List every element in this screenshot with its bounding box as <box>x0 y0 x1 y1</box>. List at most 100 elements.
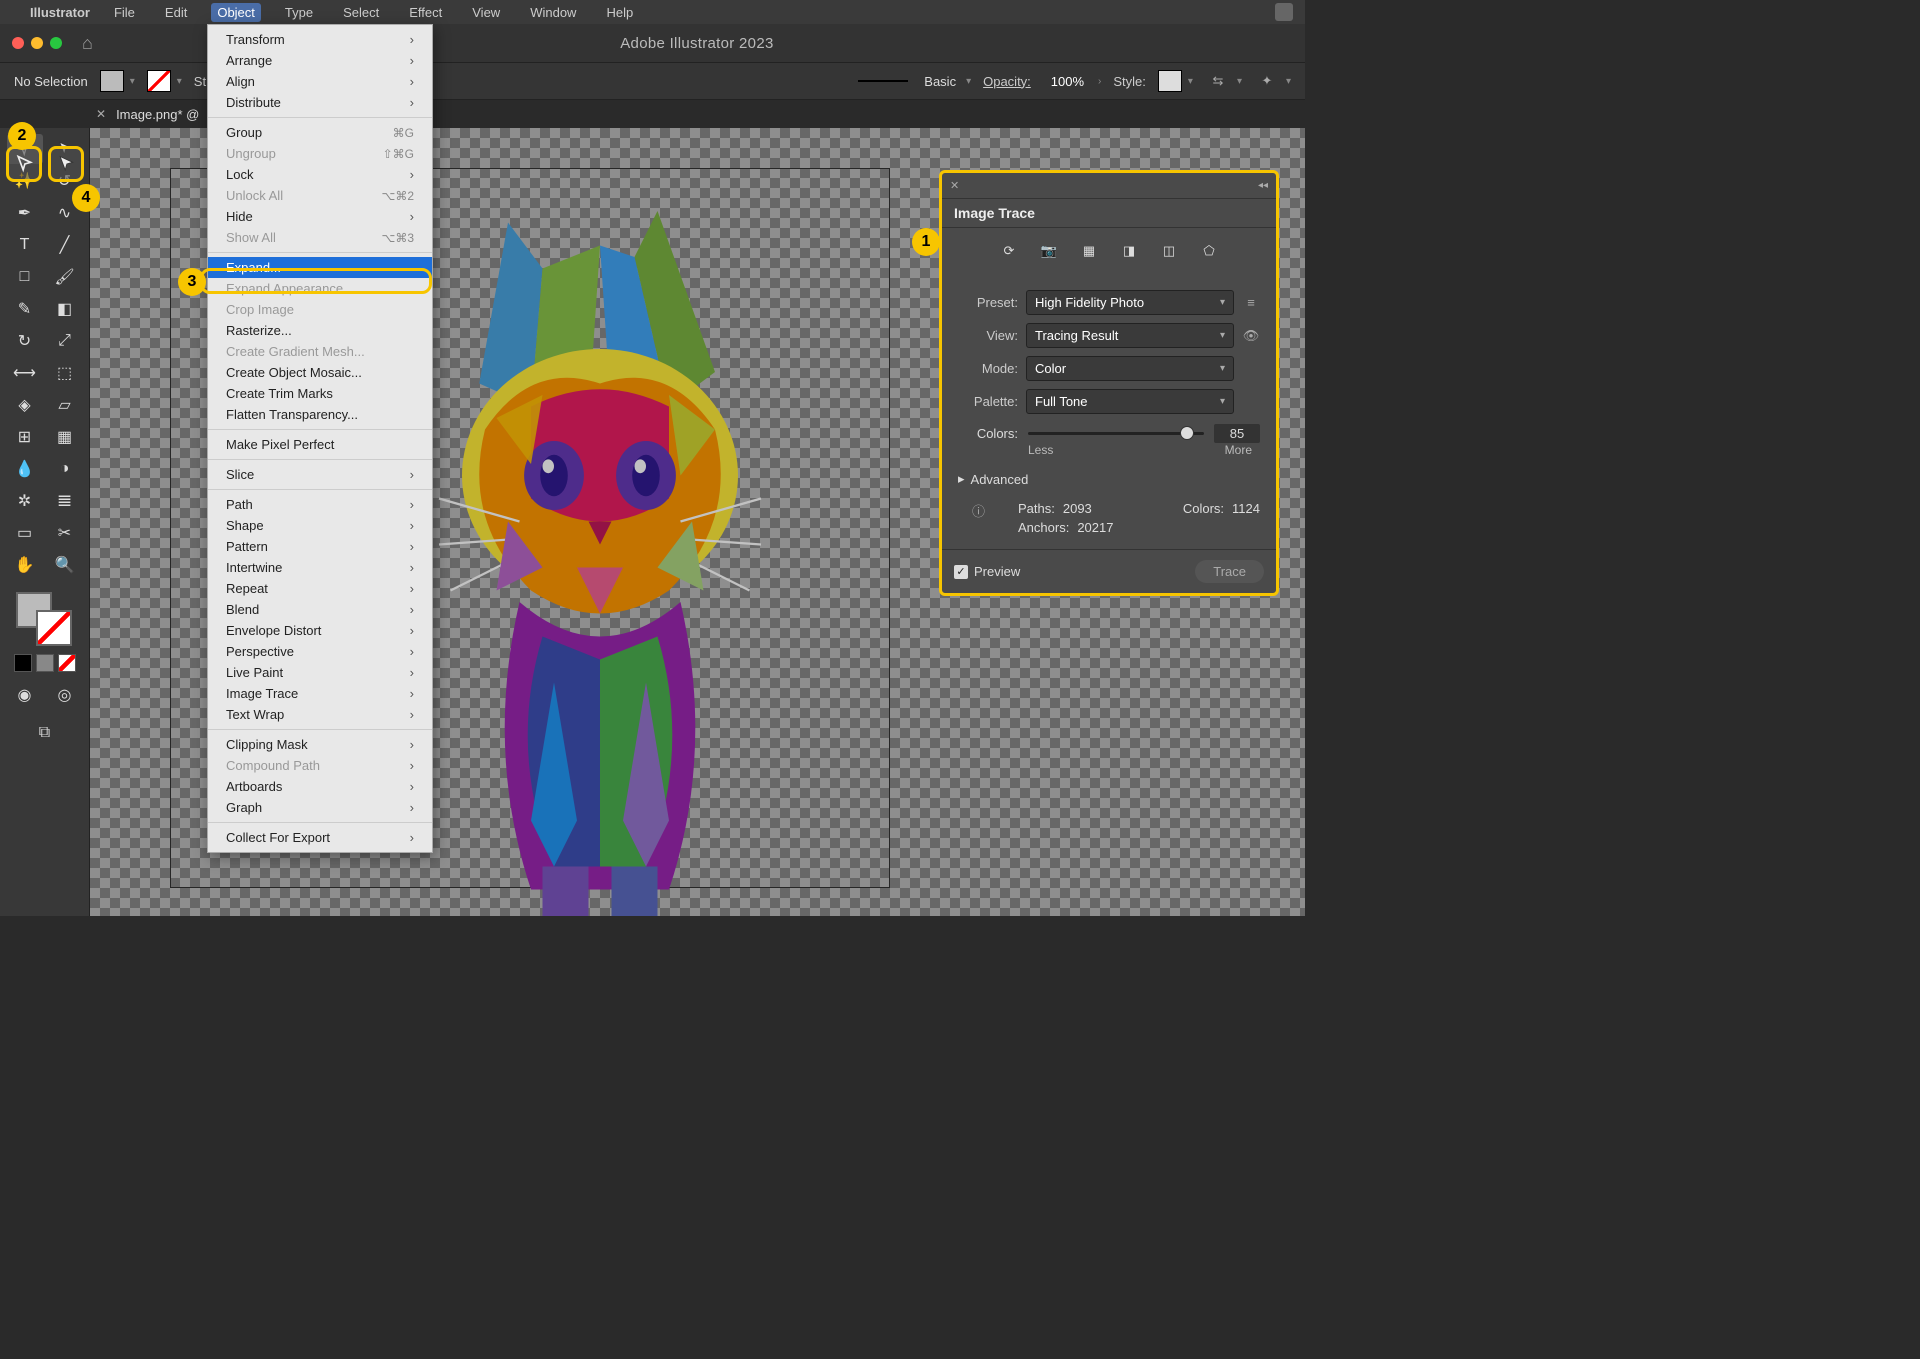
line-tool[interactable]: ╱ <box>47 230 83 260</box>
hand-tool[interactable]: ✋ <box>7 550 43 580</box>
menu-edit[interactable]: Edit <box>159 3 193 22</box>
panel-tab[interactable]: Image Trace <box>942 199 1276 228</box>
view-select[interactable]: Tracing Result▾ <box>1026 323 1234 348</box>
palette-select[interactable]: Full Tone▾ <box>1026 389 1234 414</box>
eyedropper-tool[interactable]: 💧 <box>7 454 43 484</box>
menu-item[interactable]: Pattern› <box>208 536 432 557</box>
menu-item[interactable]: Make Pixel Perfect <box>208 434 432 455</box>
chevron-right-icon[interactable]: › <box>1098 76 1101 87</box>
menu-item[interactable]: Rasterize... <box>208 320 432 341</box>
mode-select[interactable]: Color▾ <box>1026 356 1234 381</box>
zoom-tool[interactable]: 🔍 <box>47 550 83 580</box>
shape-builder-tool[interactable]: ◈ <box>7 390 43 420</box>
color-mode-none[interactable] <box>58 654 76 672</box>
app-name[interactable]: Illustrator <box>30 5 90 20</box>
preview-checkbox[interactable]: ✓ Preview <box>954 564 1020 579</box>
account-icon[interactable] <box>1275 3 1293 21</box>
menu-view[interactable]: View <box>466 3 506 22</box>
close-window-icon[interactable] <box>12 37 24 49</box>
menu-item[interactable]: Blend› <box>208 599 432 620</box>
chevron-down-icon[interactable]: ▾ <box>130 76 135 87</box>
color-mode-solid[interactable] <box>14 654 32 672</box>
type-tool[interactable]: T <box>7 230 43 260</box>
slice-tool[interactable]: ✂ <box>47 518 83 548</box>
advanced-toggle[interactable]: ▸ Advanced <box>958 471 1260 487</box>
preset-menu-icon[interactable]: ≡ <box>1242 295 1260 310</box>
draw-behind-icon[interactable]: ◎ <box>47 680 83 710</box>
color-mode-gradient[interactable] <box>36 654 54 672</box>
symbol-sprayer-tool[interactable]: ✲ <box>7 486 43 516</box>
close-icon[interactable]: ✕ <box>950 179 959 192</box>
menu-item[interactable]: Align› <box>208 71 432 92</box>
chevron-down-icon[interactable]: ▾ <box>966 76 971 87</box>
minimize-window-icon[interactable] <box>31 37 43 49</box>
chevron-down-icon[interactable]: ▾ <box>1237 76 1242 87</box>
scale-tool[interactable]: ⤢ <box>47 326 83 356</box>
direct-selection-tool[interactable] <box>47 134 83 164</box>
menu-item[interactable]: Distribute› <box>208 92 432 113</box>
maximize-window-icon[interactable] <box>50 37 62 49</box>
trace-button[interactable]: Trace <box>1195 560 1264 583</box>
menu-item[interactable]: Graph› <box>208 797 432 818</box>
menu-item[interactable]: Perspective› <box>208 641 432 662</box>
colors-slider[interactable] <box>1028 432 1204 435</box>
menu-item[interactable]: Hide› <box>208 206 432 227</box>
transform-icon[interactable]: ✦ <box>1254 70 1280 92</box>
menu-item[interactable]: Flatten Transparency... <box>208 404 432 425</box>
draw-mode-icon[interactable]: ◉ <box>7 680 43 710</box>
tab-label[interactable]: Image.png* @ <box>116 107 199 122</box>
menu-item[interactable]: Clipping Mask› <box>208 734 432 755</box>
menu-item[interactable]: Create Trim Marks <box>208 383 432 404</box>
preset-outline-icon[interactable]: ◫ <box>1158 240 1180 262</box>
free-transform-tool[interactable]: ⬚ <box>47 358 83 388</box>
menu-window[interactable]: Window <box>524 3 582 22</box>
opacity-label[interactable]: Opacity: <box>983 74 1031 89</box>
menu-item[interactable]: Shape› <box>208 515 432 536</box>
blend-tool[interactable]: ◑ <box>47 454 83 484</box>
screen-mode-icon[interactable]: ⧉ <box>27 718 63 748</box>
eraser-tool[interactable]: ◧ <box>47 294 83 324</box>
gradient-tool[interactable]: ▦ <box>47 422 83 452</box>
menu-item[interactable]: Text Wrap› <box>208 704 432 725</box>
brush-basic[interactable]: Basic <box>914 72 966 91</box>
width-tool[interactable]: ⟷ <box>7 358 43 388</box>
colors-value[interactable]: 85 <box>1214 424 1260 443</box>
menu-item[interactable]: Lock› <box>208 164 432 185</box>
tab-close-icon[interactable]: ✕ <box>96 107 106 121</box>
align-icon[interactable]: ⇆ <box>1205 70 1231 92</box>
menu-effect[interactable]: Effect <box>403 3 448 22</box>
menu-item[interactable]: Artboards› <box>208 776 432 797</box>
graphic-style-swatch[interactable] <box>1158 70 1182 92</box>
graph-tool[interactable]: 𝌆 <box>47 486 83 516</box>
menu-item[interactable]: Repeat› <box>208 578 432 599</box>
menu-item[interactable]: Group⌘G <box>208 122 432 143</box>
menu-item[interactable]: Expand... <box>208 257 432 278</box>
menu-item[interactable]: Collect For Export› <box>208 827 432 848</box>
preset-lineart-icon[interactable]: ⬠ <box>1198 240 1220 262</box>
magic-wand-tool[interactable]: ✨ <box>7 166 43 196</box>
menu-item[interactable]: Envelope Distort› <box>208 620 432 641</box>
rectangle-tool[interactable]: □ <box>7 262 43 292</box>
home-icon[interactable]: ⌂ <box>82 33 93 54</box>
menu-item[interactable]: Live Paint› <box>208 662 432 683</box>
menu-help[interactable]: Help <box>600 3 639 22</box>
chevron-down-icon[interactable]: ▾ <box>1286 76 1291 87</box>
collapse-icon[interactable]: ◂◂ <box>1258 180 1268 191</box>
rotate-tool[interactable]: ↻ <box>7 326 43 356</box>
preset-shades-icon[interactable]: ▦ <box>1078 240 1100 262</box>
menu-object[interactable]: Object <box>211 3 261 22</box>
color-swatches[interactable] <box>4 592 85 648</box>
menu-item[interactable]: Transform› <box>208 29 432 50</box>
eye-icon[interactable]: 👁 <box>1242 328 1260 344</box>
chevron-down-icon[interactable]: ▾ <box>1188 76 1193 87</box>
chevron-down-icon[interactable]: ▾ <box>177 76 182 87</box>
stroke-swatch[interactable] <box>147 70 171 92</box>
preset-auto-icon[interactable]: ⟳ <box>998 240 1020 262</box>
opacity-value[interactable]: 100% <box>1043 74 1092 89</box>
pen-tool[interactable]: ✒ <box>7 198 43 228</box>
stroke-color[interactable] <box>36 610 72 646</box>
mesh-tool[interactable]: ⊞ <box>7 422 43 452</box>
menu-item[interactable]: Create Object Mosaic... <box>208 362 432 383</box>
menu-type[interactable]: Type <box>279 3 319 22</box>
artboard-tool[interactable]: ▭ <box>7 518 43 548</box>
